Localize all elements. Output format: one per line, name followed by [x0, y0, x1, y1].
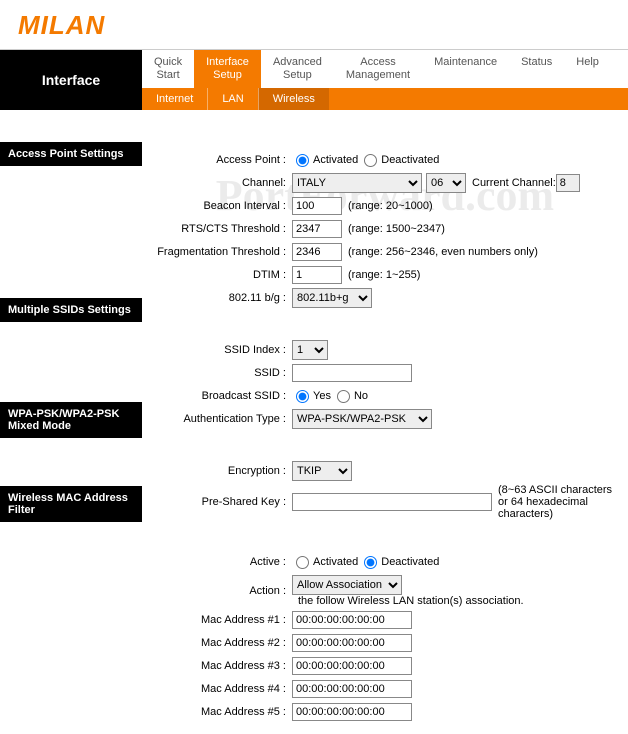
broadcast-no-radio[interactable]	[337, 390, 350, 403]
channel-country-select[interactable]: ITALY	[292, 173, 422, 193]
broadcast-yes-radio[interactable]	[296, 390, 309, 403]
psk-hint: (8~63 ASCII characters or 64 hexadecimal…	[498, 484, 618, 520]
section-header-ap: Access Point Settings	[0, 142, 142, 166]
mac-addr3-input[interactable]	[292, 657, 412, 675]
auth-select[interactable]: WPA-PSK/WPA2-PSK	[292, 409, 432, 429]
ap-access-point-label: Access Point :	[152, 154, 292, 166]
bg-label: 802.11 b/g :	[152, 292, 292, 304]
mac-active-label: Active :	[152, 556, 292, 568]
subtab-lan[interactable]: LAN	[207, 88, 257, 110]
dtim-input[interactable]	[292, 266, 342, 284]
mac-deactivated-radio[interactable]	[364, 556, 377, 569]
active-main-section: Interface	[0, 50, 142, 110]
main-tabs: Quick Start Interface Setup Advanced Set…	[142, 50, 628, 88]
enc-label: Encryption :	[152, 465, 292, 477]
sub-tabs: Internet LAN Wireless	[142, 88, 628, 110]
psk-label: Pre-Shared Key :	[152, 496, 292, 508]
section-header-ssid: Multiple SSIDs Settings	[0, 298, 142, 322]
channel-num-select[interactable]: 06	[426, 173, 466, 193]
tab-status[interactable]: Status	[509, 50, 564, 88]
ssid-index-label: SSID Index :	[152, 344, 292, 356]
brand-logo: MILAN	[0, 0, 628, 49]
mac-addr1-label: Mac Address #1 :	[152, 614, 292, 626]
tab-advanced-setup[interactable]: Advanced Setup	[261, 50, 334, 88]
left-sidebar: Access Point Settings Multiple SSIDs Set…	[0, 110, 142, 734]
psk-input[interactable]	[292, 493, 492, 511]
ssid-label: SSID :	[152, 367, 292, 379]
frag-label: Fragmentation Threshold :	[152, 246, 292, 258]
rts-hint: (range: 1500~2347)	[348, 223, 445, 235]
mac-action-select[interactable]: Allow Association	[292, 575, 402, 595]
mac-action-hint: the follow Wireless LAN station(s) assoc…	[298, 595, 524, 607]
mac-addr3-label: Mac Address #3 :	[152, 660, 292, 672]
current-channel-value	[556, 174, 580, 192]
broadcast-no-text: No	[354, 390, 368, 402]
tab-maintenance[interactable]: Maintenance	[422, 50, 509, 88]
mac-addr2-input[interactable]	[292, 634, 412, 652]
mac-addr1-input[interactable]	[292, 611, 412, 629]
frag-input[interactable]	[292, 243, 342, 261]
mac-action-label: Action :	[152, 585, 292, 597]
mac-addr5-label: Mac Address #5 :	[152, 706, 292, 718]
beacon-hint: (range: 20~1000)	[348, 200, 433, 212]
section-header-mac: Wireless MAC Address Filter	[0, 486, 142, 522]
mac-addr4-input[interactable]	[292, 680, 412, 698]
mac-activated-text: Activated	[313, 556, 358, 568]
tab-interface-setup[interactable]: Interface Setup	[194, 50, 261, 88]
beacon-input[interactable]	[292, 197, 342, 215]
topbar: Interface Quick Start Interface Setup Ad…	[0, 49, 628, 110]
rts-label: RTS/CTS Threshold :	[152, 223, 292, 235]
frag-hint: (range: 256~2346, even numbers only)	[348, 246, 538, 258]
dtim-hint: (range: 1~255)	[348, 269, 420, 281]
broadcast-label: Broadcast SSID :	[152, 390, 292, 402]
ap-deactivated-text: Deactivated	[381, 154, 439, 166]
section-header-wpa: WPA-PSK/WPA2-PSK Mixed Mode	[0, 402, 142, 438]
tab-quick-start[interactable]: Quick Start	[142, 50, 194, 88]
rts-input[interactable]	[292, 220, 342, 238]
ap-activated-text: Activated	[313, 154, 358, 166]
beacon-label: Beacon Interval :	[152, 200, 292, 212]
mac-deactivated-text: Deactivated	[381, 556, 439, 568]
mac-addr4-label: Mac Address #4 :	[152, 683, 292, 695]
current-channel-label: Current Channel:	[472, 177, 556, 189]
mac-addr2-label: Mac Address #2 :	[152, 637, 292, 649]
broadcast-yes-text: Yes	[313, 390, 331, 402]
ssid-input[interactable]	[292, 364, 412, 382]
tab-help[interactable]: Help	[564, 50, 611, 88]
ap-activated-radio[interactable]	[296, 154, 309, 167]
channel-label: Channel:	[152, 177, 292, 189]
mac-addr5-input[interactable]	[292, 703, 412, 721]
ap-deactivated-radio[interactable]	[364, 154, 377, 167]
ssid-index-select[interactable]: 1	[292, 340, 328, 360]
bg-select[interactable]: 802.11b+g	[292, 288, 372, 308]
auth-label: Authentication Type :	[152, 413, 292, 425]
subtab-wireless[interactable]: Wireless	[258, 88, 329, 110]
enc-select[interactable]: TKIP	[292, 461, 352, 481]
subtab-internet[interactable]: Internet	[142, 88, 207, 110]
mac-activated-radio[interactable]	[296, 556, 309, 569]
tab-access-management[interactable]: Access Management	[334, 50, 422, 88]
dtim-label: DTIM :	[152, 269, 292, 281]
